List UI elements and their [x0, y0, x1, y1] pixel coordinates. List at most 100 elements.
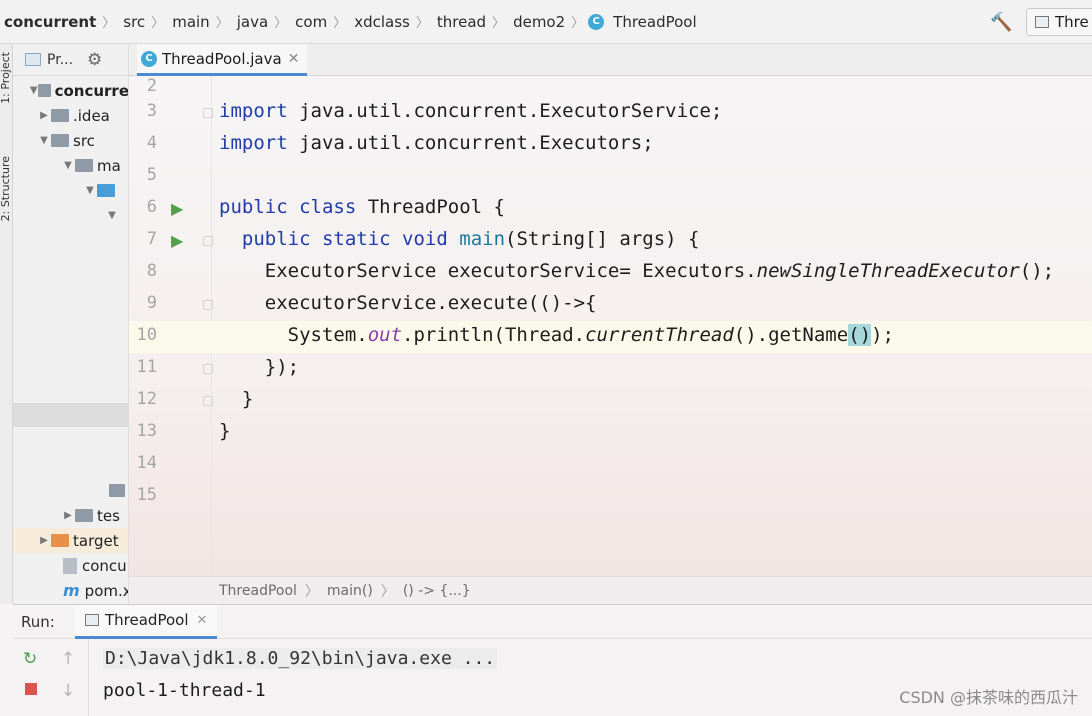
rerun-icon[interactable]: ↻	[23, 649, 37, 669]
code-editor[interactable]: C ThreadPool.java ✕ 2 3 import java.util.…	[129, 44, 1092, 604]
scroll-up-icon[interactable]: ↑	[61, 649, 75, 669]
tree-item-idea[interactable]: ▶ .idea	[13, 103, 128, 128]
console-command[interactable]: D:\Java\jdk1.8.0_92\bin\java.exe ...	[103, 648, 498, 669]
expand-arrow-icon[interactable]: ▼	[83, 185, 97, 196]
method-name: main	[459, 228, 506, 250]
breadcrumb-separator: 〉	[151, 16, 165, 31]
run-configuration-selector[interactable]: Thre	[1026, 8, 1092, 36]
project-panel: Pr... ⚙ ▼ concurre ▶ .idea ▼ src ▼ ma ▼ ▼ ▶ t…	[13, 44, 129, 604]
scroll-down-icon[interactable]: ↓	[61, 681, 75, 701]
editor-breadcrumb: ThreadPool 〉 main() 〉 () -> {...}	[129, 576, 1092, 604]
code-token: ExecutorService executorService= Executo…	[219, 260, 757, 282]
fold-marker-icon[interactable]	[203, 396, 213, 406]
line-number: 2	[146, 76, 157, 96]
code-token: System.	[219, 324, 368, 346]
project-panel-title[interactable]: Pr...	[47, 52, 73, 68]
breadcrumb-item-java[interactable]: java	[233, 13, 272, 31]
tree-item-java-folder[interactable]: ▼	[13, 178, 128, 203]
code-line: 14	[129, 449, 1092, 481]
expand-arrow-icon[interactable]: ▶	[61, 510, 75, 521]
fold-marker-icon[interactable]	[203, 364, 213, 374]
run-tab-threadpool[interactable]: ThreadPool ✕	[75, 604, 218, 639]
breadcrumb-item-threadpool[interactable]: C ThreadPool	[588, 13, 700, 31]
editor-breadcrumb-item[interactable]: main()	[327, 583, 373, 599]
code-text: System.out.println(Thread.currentThread(…	[219, 324, 894, 346]
console-output[interactable]: D:\Java\jdk1.8.0_92\bin\java.exe ... poo…	[103, 643, 498, 707]
folder-icon	[51, 109, 69, 122]
close-tab-icon[interactable]: ✕	[288, 51, 300, 67]
run-gutter-icon[interactable]: ▶	[171, 199, 183, 218]
tree-item-label: pom.x	[84, 581, 129, 600]
breadcrumb-label: thread	[436, 12, 487, 31]
breadcrumb-separator: 〉	[415, 16, 429, 31]
tree-item-target[interactable]: ▶ target	[13, 528, 128, 553]
stop-icon[interactable]	[25, 683, 37, 695]
code-line: 6 ▶ public class ThreadPool {	[129, 193, 1092, 225]
expand-arrow-icon[interactable]: ▶	[37, 110, 51, 121]
tree-item-label: ma	[97, 156, 121, 175]
code-line-current: 10 System.out.println(Thread.currentThre…	[129, 321, 1092, 353]
keyword: public static void	[241, 228, 448, 250]
project-panel-header: Pr... ⚙	[13, 44, 128, 76]
run-tab-label: ThreadPool	[105, 611, 189, 629]
breadcrumb-item-xdclass[interactable]: xdclass	[350, 13, 414, 31]
fold-marker-icon[interactable]	[203, 236, 213, 246]
breadcrumb-item-demo2[interactable]: demo2	[509, 13, 569, 31]
file-icon	[63, 557, 77, 574]
tree-item-test[interactable]: ▶ tes	[13, 503, 128, 528]
tree-item-label: concu	[82, 556, 127, 575]
settings-gear-icon[interactable]: ⚙	[87, 50, 102, 70]
folder-orange-icon	[51, 534, 69, 547]
tree-item-main[interactable]: ▼ ma	[13, 153, 128, 178]
expand-arrow-icon[interactable]: ▼	[61, 160, 75, 171]
run-config-icon	[1035, 16, 1049, 28]
line-number: 9	[146, 293, 157, 313]
tree-item-label: concurre	[54, 81, 129, 100]
breadcrumb-separator: 〉	[274, 16, 288, 31]
editor-breadcrumb-item[interactable]: () -> {...}	[403, 583, 471, 599]
fold-marker-icon[interactable]	[203, 300, 213, 310]
code-text: executorService.execute(()->{	[219, 292, 597, 314]
tree-item-pom[interactable]: m pom.x	[13, 578, 129, 603]
close-tab-icon[interactable]: ✕	[196, 613, 207, 628]
editor-breadcrumb-item[interactable]: ThreadPool	[219, 583, 297, 599]
run-gutter-icon[interactable]: ▶	[171, 231, 183, 250]
code-token: ();	[1019, 260, 1055, 282]
code-text: public static void main(String[] args) {	[219, 228, 700, 250]
expand-arrow-icon[interactable]: ▶	[37, 535, 51, 546]
expand-arrow-icon[interactable]: ▼	[29, 85, 38, 96]
breadcrumb-item-main[interactable]: main	[168, 13, 213, 31]
breadcrumb-item-project[interactable]: concurrent	[0, 13, 100, 31]
folder-icon	[75, 159, 93, 172]
line-number: 15	[136, 485, 157, 505]
breadcrumb-label: xdclass	[354, 12, 410, 31]
tree-item-project-root[interactable]: ▼ concurre	[13, 78, 129, 103]
console-line: D:\Java\jdk1.8.0_92\bin\java.exe ...	[103, 643, 498, 675]
class-icon: C	[588, 13, 605, 30]
tree-item-label: tes	[97, 506, 120, 525]
tree-item-iml-file[interactable]: concu	[13, 553, 128, 578]
project-tool-tab[interactable]: 1: Project	[0, 52, 12, 104]
fold-marker-icon[interactable]	[203, 108, 213, 118]
tree-item-resources[interactable]	[13, 478, 128, 503]
tree-item-package[interactable]: ▼	[13, 203, 128, 228]
breadcrumb-item-com[interactable]: com	[291, 13, 331, 31]
breadcrumb-item-src[interactable]: src	[119, 13, 149, 31]
build-hammer-icon[interactable]: 🔨	[990, 12, 1012, 33]
breadcrumb-separator: 〉	[571, 16, 585, 31]
code-line: 4 import java.util.concurrent.Executors;	[129, 129, 1092, 161]
expand-arrow-icon[interactable]: ▼	[37, 135, 51, 146]
editor-tab-label: ThreadPool.java	[162, 49, 282, 68]
expand-arrow-icon[interactable]: ▼	[105, 210, 119, 221]
breadcrumb-label: demo2	[513, 12, 566, 31]
console-line: pool-1-thread-1	[103, 680, 266, 701]
structure-tool-tab[interactable]: 2: Structure	[0, 156, 12, 221]
run-config-icon	[85, 614, 99, 626]
tree-item-src[interactable]: ▼ src	[13, 128, 128, 153]
code-line: 12 }	[129, 385, 1092, 417]
folder-icon	[38, 84, 51, 97]
breadcrumb-item-thread[interactable]: thread	[433, 13, 490, 31]
line-number: 8	[146, 261, 157, 281]
navigation-bar: concurrent 〉 src 〉 main 〉 java 〉 com 〉 xdclas…	[0, 0, 1092, 44]
